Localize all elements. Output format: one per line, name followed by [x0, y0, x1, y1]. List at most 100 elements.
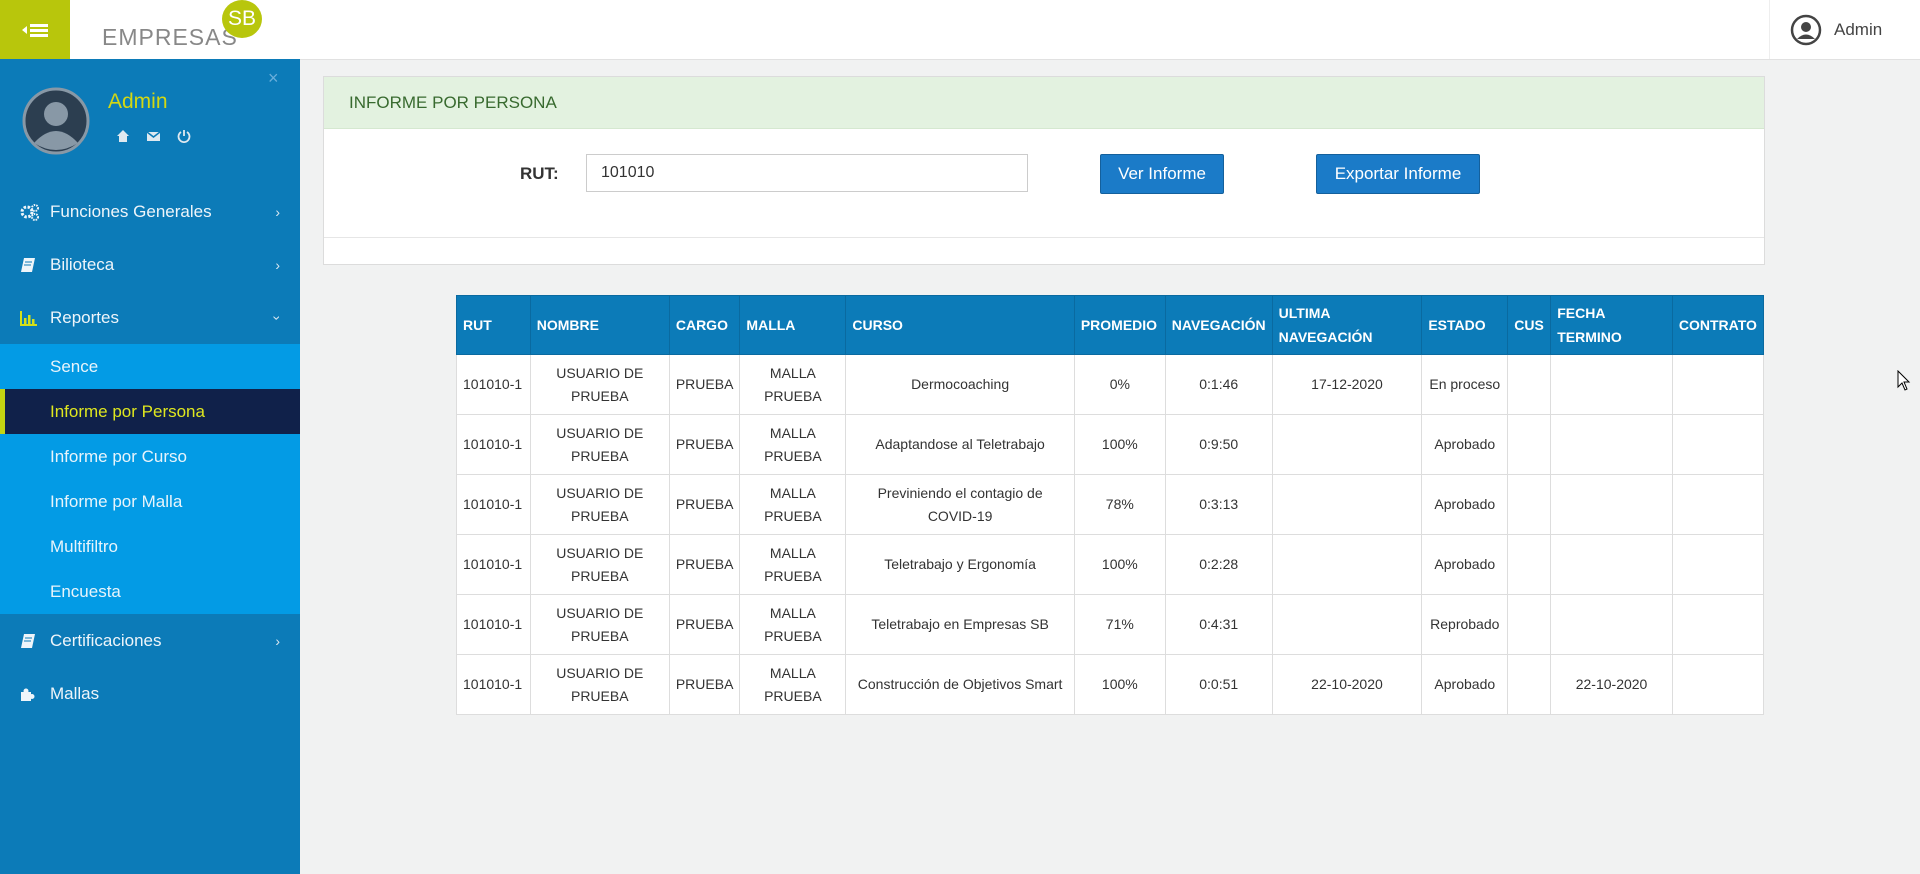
reportes-submenu: Sence Informe por Persona Informe por Cu… [0, 344, 300, 614]
table-cell: MALLA PRUEBA [739, 534, 847, 595]
chevron-right-icon: › [275, 204, 280, 220]
column-header[interactable]: ESTADO [1421, 295, 1509, 355]
table-cell: En proceso [1421, 354, 1509, 415]
table-cell [1671, 474, 1765, 535]
table-cell: Aprobado [1421, 534, 1509, 595]
logo-text: EMPRESAS [102, 24, 238, 50]
sidebar: Admin × Funciones Generales › Bilioteca … [0, 59, 300, 874]
chevron-right-icon: › [275, 257, 280, 273]
report-panel: INFORME POR PERSONA RUT: Ver Informe Exp… [323, 76, 1765, 265]
column-header[interactable]: CUS [1507, 295, 1552, 355]
table-cell [1550, 354, 1673, 415]
sidebar-item-certificaciones[interactable]: Certificaciones › [0, 614, 300, 667]
submenu-item-sence[interactable]: Sence [0, 344, 300, 389]
table-cell: 0:9:50 [1164, 414, 1273, 475]
column-header[interactable]: MALLA [739, 295, 847, 355]
sidebar-item-label: Bilioteca [50, 254, 115, 274]
table-cell: 101010-1 [456, 354, 531, 415]
company-logo[interactable]: EMPRESAS SB [102, 0, 272, 59]
table-cell: 100% [1073, 414, 1166, 475]
table-header-row: RUT NOMBRE CARGO MALLA CURSO PROMEDIO NA… [456, 295, 1765, 355]
table-row: 101010-1 USUARIO DE PRUEBA PRUEBA MALLA PRU… [456, 594, 1765, 655]
table-cell: MALLA PRUEBA [739, 354, 847, 415]
sidebar-item-mallas[interactable]: Mallas [0, 667, 300, 720]
column-header[interactable]: NOMBRE [529, 295, 670, 355]
table-cell: 0:4:31 [1164, 594, 1273, 655]
rut-input[interactable] [586, 154, 1028, 192]
table-cell: 100% [1073, 534, 1166, 595]
table-cell: MALLA PRUEBA [739, 654, 847, 715]
book-icon [21, 257, 35, 272]
table-cell [1550, 534, 1673, 595]
user-circle-icon [1790, 14, 1822, 45]
table-cell [1271, 534, 1423, 595]
table-cell: USUARIO DE PRUEBA [529, 534, 670, 595]
table-row: 101010-1 USUARIO DE PRUEBA PRUEBA MALLA PRU… [456, 354, 1765, 415]
sidebar-toggle-button[interactable] [0, 0, 70, 59]
mail-icon[interactable] [146, 129, 161, 143]
table-cell: Teletrabajo en Empresas SB [845, 594, 1075, 655]
table-cell: Previniendo el contagio de COVID-19 [845, 474, 1075, 535]
column-header[interactable]: NAVEGACIÓN [1164, 295, 1273, 355]
table-cell: PRUEBA [668, 414, 741, 475]
divider [324, 237, 1764, 238]
table-cell: 78% [1073, 474, 1166, 535]
sidebar-item-funciones-generales[interactable]: Funciones Generales › [0, 185, 300, 238]
table-row: 101010-1 USUARIO DE PRUEBA PRUEBA MALLA PRU… [456, 654, 1765, 715]
column-header[interactable]: CURSO [845, 295, 1075, 355]
submenu-item-informe-por-persona[interactable]: Informe por Persona [0, 389, 300, 434]
avatar [22, 87, 90, 155]
book-icon [21, 633, 35, 648]
column-header[interactable]: CONTRATO [1671, 295, 1765, 355]
table-cell: Reprobado [1421, 594, 1509, 655]
column-header[interactable]: ULTIMA NAVEGACIÓN [1271, 295, 1423, 355]
table-cell [1507, 534, 1552, 595]
sidebar-item-reportes[interactable]: Reportes › [0, 291, 300, 344]
submenu-item-informe-por-malla[interactable]: Informe por Malla [0, 479, 300, 524]
profile-name: Admin [108, 90, 168, 113]
table-cell [1507, 354, 1552, 415]
submenu-item-informe-por-curso[interactable]: Informe por Curso [0, 434, 300, 479]
table-row: 101010-1 USUARIO DE PRUEBA PRUEBA MALLA PRU… [456, 474, 1765, 535]
table-cell: 0% [1073, 354, 1166, 415]
table-cell: 101010-1 [456, 414, 531, 475]
sidebar-item-label: Certificaciones [50, 630, 162, 650]
sidebar-item-label: Funciones Generales [50, 201, 212, 221]
table-cell: 101010-1 [456, 654, 531, 715]
rut-label: RUT: [520, 164, 559, 183]
exportar-informe-button[interactable]: Exportar Informe [1316, 154, 1480, 194]
table-cell: MALLA PRUEBA [739, 594, 847, 655]
bar-chart-icon [20, 310, 37, 326]
ver-informe-button[interactable]: Ver Informe [1100, 154, 1224, 194]
table-cell: 22-10-2020 [1271, 654, 1423, 715]
table-cell [1671, 354, 1765, 415]
results-table: RUT NOMBRE CARGO MALLA CURSO PROMEDIO NA… [456, 295, 1765, 715]
column-header[interactable]: CARGO [668, 295, 741, 355]
user-menu[interactable]: Admin [1769, 0, 1920, 59]
top-bar: EMPRESAS SB Admin [0, 0, 1920, 60]
column-header[interactable]: FECHA TERMINO [1550, 295, 1673, 355]
table-cell: 101010-1 [456, 594, 531, 655]
column-header[interactable]: RUT [456, 295, 531, 355]
table-cell [1671, 594, 1765, 655]
table-cell: PRUEBA [668, 534, 741, 595]
close-icon[interactable]: × [268, 68, 279, 89]
table-cell: 0:0:51 [1164, 654, 1273, 715]
table-cell: 101010-1 [456, 534, 531, 595]
profile-actions [116, 129, 191, 143]
sidebar-item-bilioteca[interactable]: Bilioteca › [0, 238, 300, 291]
table-cell [1507, 654, 1552, 715]
table-cell: PRUEBA [668, 594, 741, 655]
home-icon[interactable] [116, 129, 130, 143]
table-cell: 100% [1073, 654, 1166, 715]
sidebar-item-label: Mallas [50, 683, 100, 703]
power-icon[interactable] [177, 129, 191, 143]
table-cell: USUARIO DE PRUEBA [529, 354, 670, 415]
column-header[interactable]: PROMEDIO [1073, 295, 1166, 355]
table-cell: Aprobado [1421, 474, 1509, 535]
submenu-item-multifiltro[interactable]: Multifiltro [0, 524, 300, 569]
submenu-item-encuesta[interactable]: Encuesta [0, 569, 300, 614]
table-cell [1271, 594, 1423, 655]
table-cell [1550, 474, 1673, 535]
puzzle-icon [21, 688, 35, 701]
